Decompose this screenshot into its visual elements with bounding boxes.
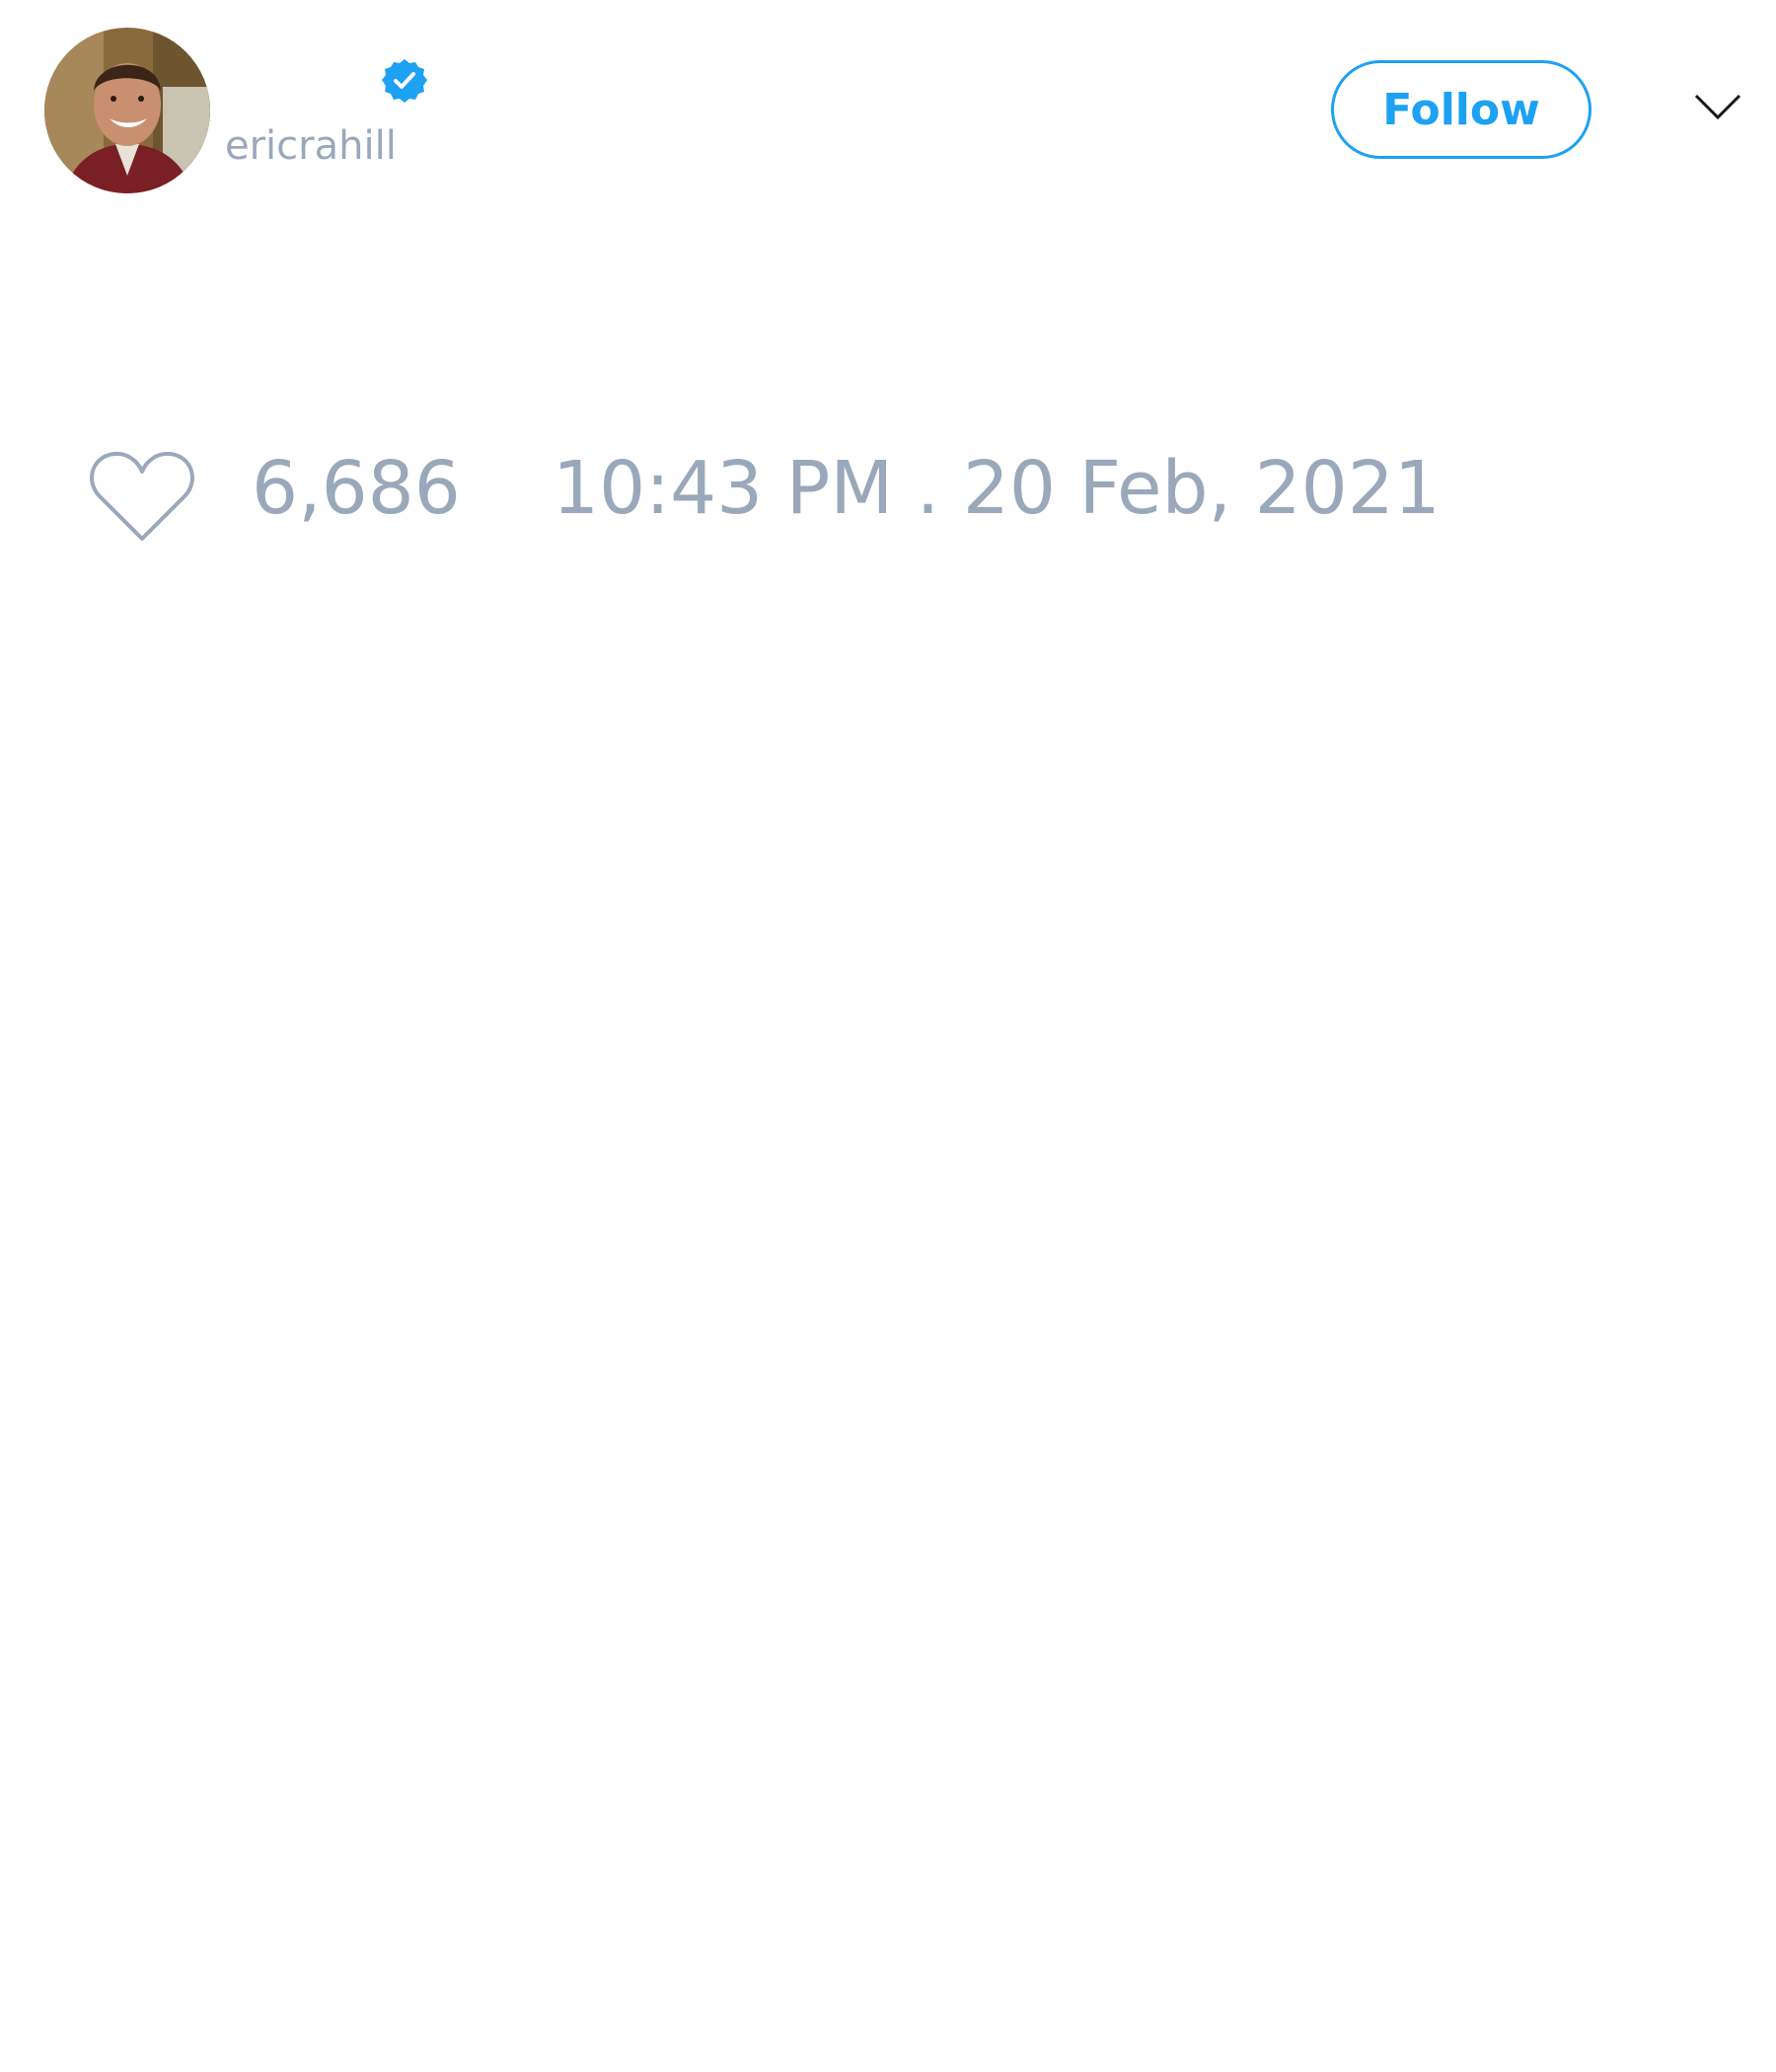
like-count: 6,686 <box>252 446 461 531</box>
chevron-down-icon[interactable] <box>1693 91 1742 122</box>
username[interactable]: ericrahill <box>225 126 397 166</box>
avatar[interactable] <box>44 28 210 193</box>
tweet-timestamp[interactable]: 10:43 PM . 20 Feb, 2021 <box>553 452 1441 525</box>
avatar-photo <box>44 28 210 193</box>
follow-button[interactable]: Follow <box>1331 60 1591 159</box>
verified-badge-icon <box>382 59 427 103</box>
tweet-card: ericrahill Follow 6,686 10:43 PM . 20 Fe… <box>0 0 1776 2072</box>
heart-icon[interactable] <box>89 450 195 545</box>
